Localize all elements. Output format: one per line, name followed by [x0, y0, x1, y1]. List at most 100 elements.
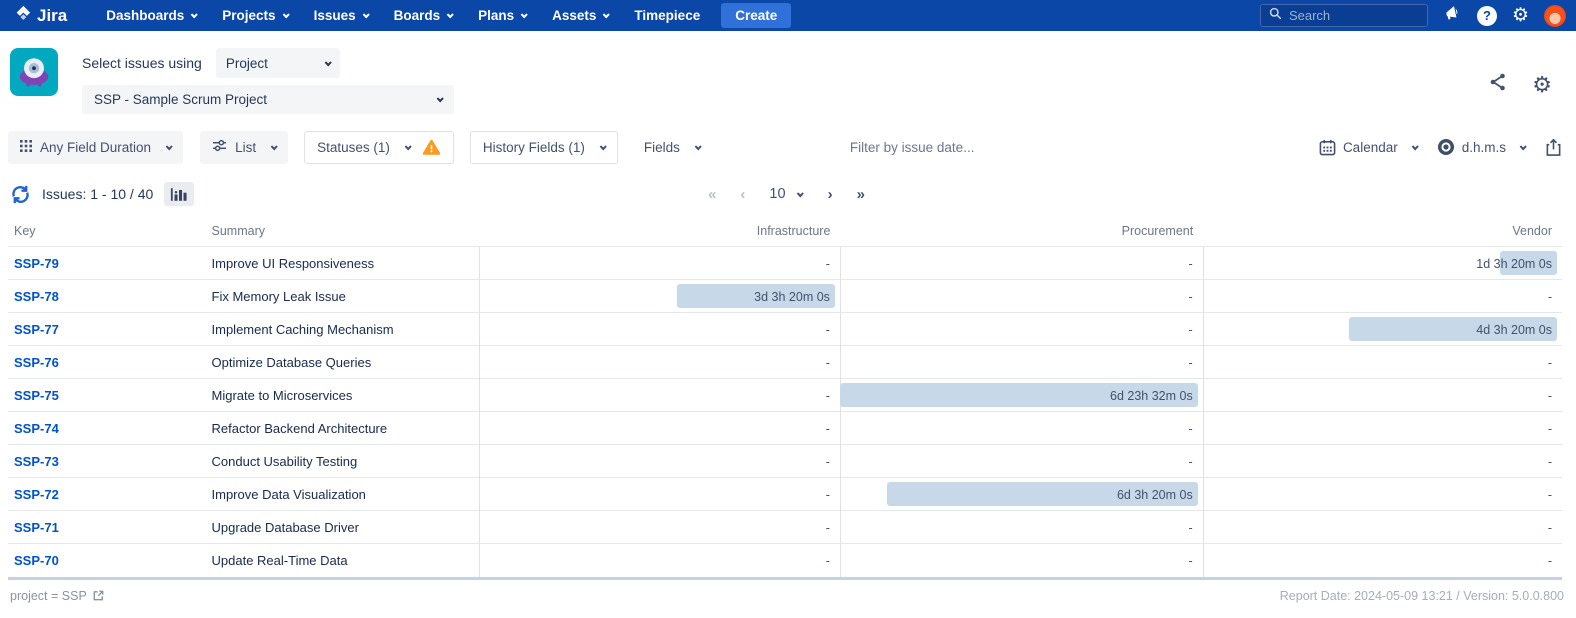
issue-key-link[interactable]: SSP-70: [14, 553, 59, 568]
duration-format-button[interactable]: d.h.m.s: [1437, 138, 1525, 156]
duration-value: -: [1189, 257, 1193, 271]
duration-value: 1d 3h 20m 0s: [1476, 257, 1552, 271]
issue-key-link[interactable]: SSP-74: [14, 421, 59, 436]
duration-value: -: [1189, 521, 1193, 535]
duration-value: 4d 3h 20m 0s: [1476, 323, 1552, 337]
settings-gear-icon[interactable]: ⚙: [1512, 6, 1529, 25]
search-icon: [1269, 7, 1282, 25]
page-size-dropdown[interactable]: 10: [769, 186, 802, 202]
table-row: SSP-70Update Real-Time Data---: [8, 544, 1562, 577]
duration-value: 3d 3h 20m 0s: [754, 290, 830, 304]
duration-value: -: [1189, 290, 1193, 304]
view-mode-button[interactable]: List: [200, 131, 288, 164]
issues-bar: Issues: 1 - 10 / 40 « ‹ 10 › »: [10, 180, 1562, 208]
vendor-duration-cell: -: [1203, 412, 1562, 445]
duration-value: -: [1548, 521, 1552, 535]
duration-value: -: [826, 323, 830, 337]
app-settings-gear-icon[interactable]: ⚙: [1532, 74, 1552, 96]
nav-item-assets[interactable]: Assets: [539, 0, 621, 31]
nav-item-timepiece[interactable]: Timepiece: [621, 0, 713, 31]
procurement-duration-cell: -: [840, 313, 1203, 346]
issues-count: Issues: 1 - 10 / 40: [42, 186, 153, 202]
table-row: SSP-72Improve Data Visualization-6d 3h 2…: [8, 478, 1562, 511]
user-avatar[interactable]: [1544, 5, 1566, 27]
nav-item-plans[interactable]: Plans: [465, 0, 539, 31]
duration-value: -: [826, 521, 830, 535]
nav-item-projects[interactable]: Projects: [209, 0, 300, 31]
nav-search[interactable]: [1260, 4, 1428, 27]
chevron-down-icon: [695, 143, 702, 150]
grid-icon: [20, 140, 32, 155]
statuses-filter-button[interactable]: Statuses (1): [304, 131, 454, 164]
create-button[interactable]: Create: [721, 3, 791, 28]
nav-item-issues[interactable]: Issues: [301, 0, 381, 31]
duration-value: -: [1548, 389, 1552, 403]
chevron-down-icon: [166, 143, 173, 150]
chevron-down-icon: [271, 143, 278, 150]
share-icon[interactable]: [1488, 72, 1508, 97]
infrastructure-duration-cell: -: [480, 544, 841, 577]
duration-value: -: [1189, 356, 1193, 370]
infrastructure-duration-cell: -: [480, 247, 841, 280]
jira-logo[interactable]: Jira: [14, 4, 67, 27]
pagination-first-button[interactable]: «: [708, 186, 715, 203]
issue-key-link[interactable]: SSP-72: [14, 487, 59, 502]
issue-summary: Update Real-Time Data: [206, 544, 480, 577]
issue-summary: Optimize Database Queries: [206, 346, 480, 379]
vendor-duration-cell: 1d 3h 20m 0s: [1203, 247, 1562, 280]
issue-source-dropdown[interactable]: Project: [216, 48, 340, 78]
pagination-prev-button[interactable]: ‹: [740, 186, 744, 203]
nav-menu: DashboardsProjectsIssuesBoardsPlansAsset…: [93, 0, 713, 31]
issue-key-link[interactable]: SSP-73: [14, 454, 59, 469]
export-icon[interactable]: [1545, 138, 1562, 157]
procurement-duration-cell: -: [840, 544, 1203, 577]
issue-date-filter-input[interactable]: [850, 140, 1050, 155]
vendor-duration-cell: -: [1203, 280, 1562, 313]
procurement-duration-cell: -: [840, 412, 1203, 445]
app-logo-icon: [10, 48, 58, 96]
chart-view-button[interactable]: [164, 182, 194, 206]
jql-filter-link[interactable]: project = SSP: [10, 589, 105, 603]
duration-value: -: [1189, 422, 1193, 436]
table-row: SSP-78Fix Memory Leak Issue3d 3h 20m 0s-…: [8, 280, 1562, 313]
issue-key-link[interactable]: SSP-75: [14, 388, 59, 403]
duration-type-label: Any Field Duration: [40, 140, 151, 155]
issue-key-link[interactable]: SSP-77: [14, 322, 59, 337]
help-icon[interactable]: ?: [1477, 6, 1497, 26]
issue-key-link[interactable]: SSP-78: [14, 289, 59, 304]
external-link-icon: [92, 589, 105, 602]
infrastructure-duration-cell: -: [480, 412, 841, 445]
refresh-icon[interactable]: [10, 184, 31, 205]
duration-format-label: d.h.m.s: [1462, 140, 1506, 155]
pagination-last-button[interactable]: »: [857, 186, 864, 203]
fields-button[interactable]: Fields: [632, 131, 712, 164]
search-input[interactable]: [1289, 8, 1419, 23]
duration-type-button[interactable]: Any Field Duration: [8, 131, 183, 164]
history-fields-label: History Fields (1): [483, 140, 585, 155]
select-issues-label: Select issues using: [82, 55, 202, 71]
vendor-duration-cell: -: [1203, 544, 1562, 577]
duration-value: -: [1189, 455, 1193, 469]
nav-item-boards[interactable]: Boards: [381, 0, 466, 31]
page-footer: project = SSP Report Date: 2024-05-09 13…: [10, 589, 1564, 603]
infrastructure-duration-cell: -: [480, 313, 841, 346]
table-row: SSP-71Upgrade Database Driver---: [8, 511, 1562, 544]
calendar-button[interactable]: Calendar: [1319, 139, 1417, 156]
nav-item-dashboards[interactable]: Dashboards: [93, 0, 209, 31]
jql-filter-text: project = SSP: [10, 589, 87, 603]
procurement-duration-cell: -: [840, 346, 1203, 379]
project-dropdown[interactable]: SSP - Sample Scrum Project: [82, 85, 454, 114]
duration-value: -: [1548, 488, 1552, 502]
toolbar: Any Field Duration List Statuses (1) His…: [8, 130, 1562, 164]
pagination-next-button[interactable]: ›: [828, 186, 832, 203]
issue-summary: Refactor Backend Architecture: [206, 412, 480, 445]
chevron-down-icon: [1520, 143, 1527, 150]
announcements-icon[interactable]: [1443, 4, 1462, 27]
issue-key-link[interactable]: SSP-71: [14, 520, 59, 535]
issue-key-link[interactable]: SSP-79: [14, 256, 59, 271]
procurement-duration-cell: 6d 3h 20m 0s: [840, 478, 1203, 511]
duration-value: -: [826, 422, 830, 436]
issue-key-link[interactable]: SSP-76: [14, 355, 59, 370]
history-fields-button[interactable]: History Fields (1): [470, 131, 618, 164]
report-info: Report Date: 2024-05-09 13:21 / Version:…: [1280, 589, 1564, 603]
